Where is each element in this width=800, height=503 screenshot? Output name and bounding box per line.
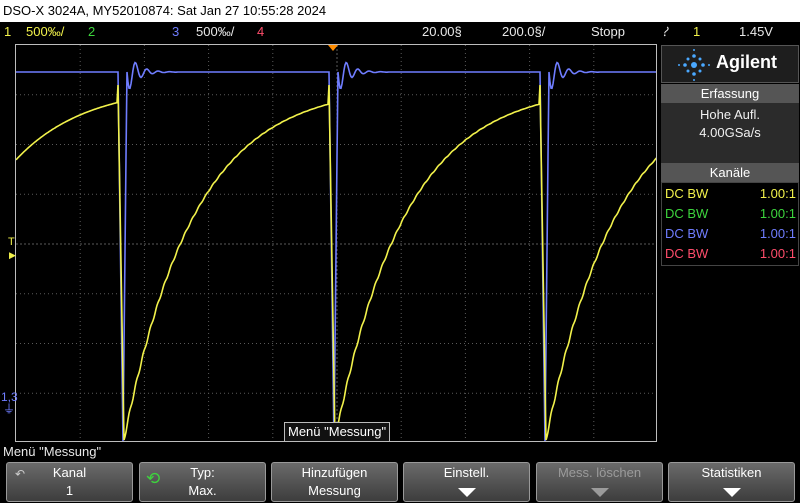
status-bar: 1 500‰/ 2 3 500‰/ 4 20.00§ 200.0§/ Stopp… xyxy=(0,22,800,42)
probe-ratio: 1.00:1 xyxy=(759,186,796,201)
channel-row-1[interactable]: DC BW 1.00:1 xyxy=(665,184,799,204)
waveform-svg xyxy=(16,45,656,441)
channel-coupling: DC BW xyxy=(665,206,709,221)
ground-marker-icon[interactable]: ⏚ xyxy=(3,400,15,417)
acquisition-mode: Hohe Aufl. xyxy=(700,107,760,122)
softkey-label: Kanal xyxy=(52,465,87,480)
softkey-add-measurement[interactable]: Hinzufügen Messung xyxy=(271,462,398,502)
ch1-scale[interactable]: 500‰/ xyxy=(26,22,64,42)
softkey-value: Messung xyxy=(308,483,361,498)
timebase-delay[interactable]: 20.00§ xyxy=(422,22,462,42)
submenu-arrow-icon xyxy=(590,488,609,497)
probe-ratio: 1.00:1 xyxy=(759,206,796,221)
channel-row-3[interactable]: DC BW 1.00:1 xyxy=(665,224,799,244)
acquisition-info[interactable]: Hohe Aufl. 4.00GSa/s xyxy=(661,103,799,165)
submenu-arrow-icon xyxy=(457,488,476,497)
softkey-value: Max. xyxy=(188,483,217,498)
timebase-scale[interactable]: 200.0§/ xyxy=(502,22,545,42)
acquisition-header: Erfassung xyxy=(661,84,799,103)
waveform-display[interactable] xyxy=(15,44,657,442)
side-panel: Agilent Erfassung Hohe Aufl. 4.00GSa/s K… xyxy=(660,44,800,442)
softkey-channel[interactable]: ↶ Kanal 1 xyxy=(6,462,133,502)
ch3-number[interactable]: 3 xyxy=(172,22,179,42)
softkey-label: Einstell. xyxy=(443,465,490,480)
run-state: Stopp xyxy=(591,24,625,39)
channel-coupling: DC BW xyxy=(665,226,709,241)
softkey-bar: ↶ Kanal 1 ⟲ Typ: Max. Hinzufügen Messung… xyxy=(0,460,800,503)
softkey-settings[interactable]: Einstell. xyxy=(403,462,530,502)
channel-row-4[interactable]: DC BW 1.00:1 xyxy=(665,244,799,264)
softkey-label: Mess. löschen xyxy=(557,465,642,480)
trigger-source[interactable]: 1 xyxy=(693,22,700,42)
ch1-number[interactable]: 1 xyxy=(4,22,11,42)
brand-logo: Agilent xyxy=(661,45,799,83)
channels-header: Kanäle xyxy=(661,163,799,182)
softkey-label: Hinzufügen xyxy=(301,465,368,480)
trigger-level-marker[interactable]: T xyxy=(8,236,15,248)
trigger-level[interactable]: 1.45V xyxy=(739,22,773,42)
channel-coupling: DC BW xyxy=(665,246,709,261)
brand-name: Agilent xyxy=(716,52,777,72)
softkey-clear-measurement[interactable]: Mess. löschen xyxy=(536,462,663,502)
message-bar: Menü "Messung" xyxy=(0,444,800,460)
softkey-label: Typ: xyxy=(190,465,215,480)
trigger-level-arrow-icon[interactable]: ▶ xyxy=(9,250,16,261)
menu-overlay-label: Menü "Messung" xyxy=(284,422,391,442)
ch3-scale[interactable]: 500‰/ xyxy=(196,22,234,42)
softkey-value: 1 xyxy=(65,483,74,498)
window-title: DSO-X 3024A, MY52010874: Sat Jan 27 10:5… xyxy=(0,0,800,22)
ch2-number[interactable]: 2 xyxy=(88,22,95,42)
ch4-number[interactable]: 4 xyxy=(257,22,264,42)
probe-ratio: 1.00:1 xyxy=(759,246,796,261)
softkey-type[interactable]: ⟲ Typ: Max. xyxy=(139,462,266,502)
channel-coupling: DC BW xyxy=(665,186,709,201)
channels-list[interactable]: DC BW 1.00:1 DC BW 1.00:1 DC BW 1.00:1 D… xyxy=(661,182,799,266)
sample-rate: 4.00GSa/s xyxy=(699,125,761,140)
agilent-spark-icon xyxy=(678,49,710,81)
softkey-statistics[interactable]: Statistiken xyxy=(668,462,795,502)
channel-row-2[interactable]: DC BW 1.00:1 xyxy=(665,204,799,224)
submenu-arrow-icon xyxy=(722,488,741,497)
softkey-label: Statistiken xyxy=(701,465,762,480)
trigger-edge-icon[interactable]: ⹔ xyxy=(663,22,669,42)
probe-ratio: 1.00:1 xyxy=(759,226,796,241)
